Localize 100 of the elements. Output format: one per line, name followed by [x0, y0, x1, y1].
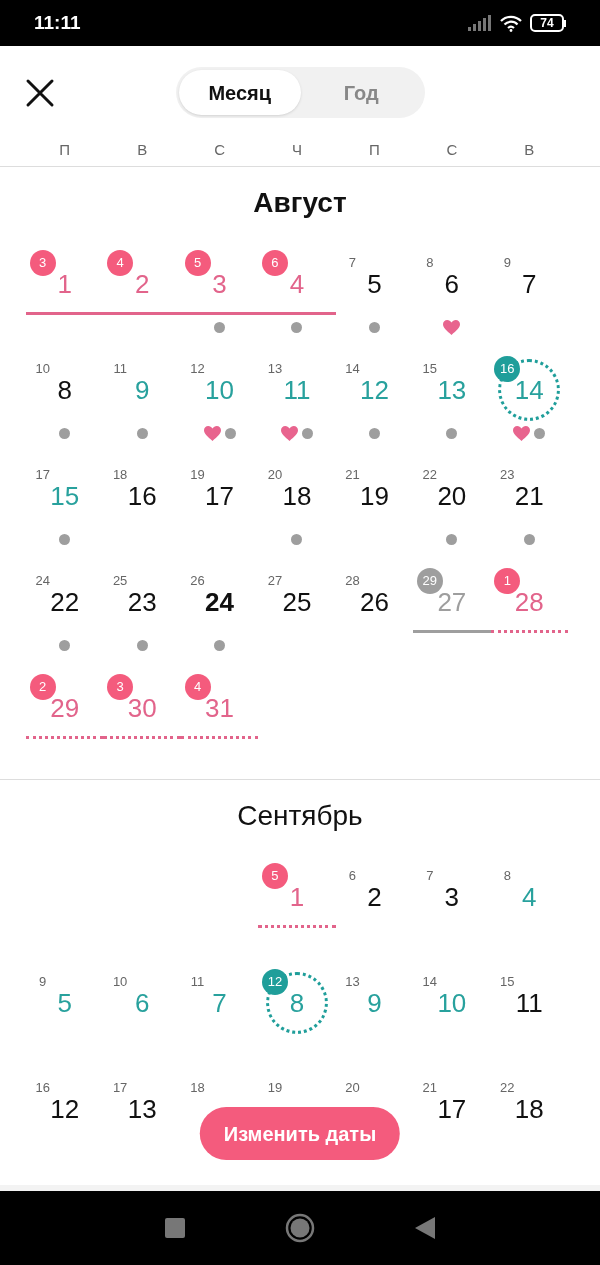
day-number[interactable]: 24 — [205, 587, 234, 617]
day-number[interactable]: 13 — [127, 1094, 157, 1124]
day-number[interactable]: 13 — [437, 375, 467, 405]
cycle-day: 20 — [345, 1080, 360, 1096]
view-tab[interactable]: Год — [300, 70, 422, 115]
clock: 11:11 — [34, 10, 81, 35]
day-number[interactable]: 4 — [289, 269, 305, 299]
change-dates-button[interactable]: Изменить даты — [199, 1107, 401, 1160]
day-number[interactable]: 3 — [212, 269, 227, 299]
cycle-day: 25 — [112, 573, 128, 589]
home-icon[interactable] — [285, 1213, 315, 1243]
cycle-day: 11 — [113, 361, 127, 377]
cycle-day: 7 — [426, 868, 434, 884]
day-number[interactable]: 16 — [127, 481, 157, 511]
day-number[interactable]: 6 — [444, 269, 460, 299]
cycle-day: 6 — [348, 868, 357, 884]
day-number[interactable]: 22 — [50, 587, 80, 617]
day-number[interactable]: 17 — [205, 481, 234, 511]
cycle-day: 14 — [422, 974, 438, 990]
day-number[interactable]: 15 — [50, 481, 80, 511]
day-number[interactable]: 12 — [50, 1094, 80, 1124]
day-number[interactable]: 10 — [205, 375, 234, 405]
day-number[interactable]: 23 — [127, 587, 157, 617]
cycle-day: 21 — [422, 1080, 438, 1096]
weekday-label: В — [136, 140, 149, 160]
cycle-day: 7 — [348, 255, 357, 271]
battery-indicator: 74 — [530, 14, 566, 32]
close-icon — [25, 78, 55, 108]
day-number[interactable]: 9 — [134, 375, 150, 405]
cycle-day: 20 — [267, 467, 283, 483]
cycle-day-badge: 6 — [262, 250, 288, 276]
cycle-day: 23 — [500, 467, 515, 483]
view-tab[interactable]: Месяц — [179, 70, 301, 115]
heart-icon — [513, 425, 531, 441]
day-number[interactable]: 8 — [57, 375, 72, 405]
day-number[interactable]: 7 — [522, 269, 537, 299]
cycle-day: 17 — [112, 1080, 128, 1096]
day-number[interactable]: 11 — [515, 988, 543, 1018]
cycle-day: 15 — [500, 974, 515, 990]
wifi-icon — [500, 14, 522, 32]
heart-icon — [443, 319, 461, 335]
day-number[interactable]: 19 — [359, 481, 389, 511]
month-title: Сентябрь — [237, 799, 363, 833]
signal-icon — [468, 15, 492, 31]
cycle-day: 22 — [422, 467, 438, 483]
cycle-day: 10 — [112, 974, 128, 990]
day-number[interactable]: 4 — [522, 882, 537, 912]
cycle-day: 18 — [190, 1080, 205, 1096]
day-number[interactable]: 25 — [282, 587, 312, 617]
day-number[interactable]: 9 — [367, 988, 382, 1018]
weekday-label: П — [58, 140, 72, 160]
weekday-label: Ч — [291, 140, 303, 160]
cycle-day: 14 — [345, 361, 360, 377]
day-number[interactable]: 8 — [289, 988, 305, 1018]
cycle-day-badge: 29 — [416, 568, 443, 594]
cycle-day-badge: 16 — [494, 356, 521, 382]
day-number[interactable]: 7 — [212, 988, 227, 1018]
cycle-day: 9 — [39, 974, 47, 990]
day-number[interactable]: 5 — [367, 269, 382, 299]
day-number[interactable]: 1 — [57, 269, 72, 299]
day-number[interactable]: 20 — [437, 481, 467, 511]
heart-icon — [281, 425, 298, 441]
cycle-day: 27 — [267, 573, 283, 589]
cycle-day: 9 — [503, 255, 511, 271]
day-number[interactable]: 18 — [514, 1094, 544, 1124]
day-number[interactable]: 2 — [134, 269, 150, 299]
cycle-day: 13 — [267, 361, 283, 377]
day-number[interactable]: 1 — [289, 882, 305, 912]
cycle-day-badge: 5 — [184, 250, 211, 276]
day-number[interactable]: 3 — [444, 882, 460, 912]
cycle-day-badge: 3 — [29, 250, 56, 276]
weekday-label: С — [445, 140, 459, 160]
weekday-label: С — [213, 140, 226, 160]
back-icon[interactable] — [415, 1217, 435, 1239]
day-number[interactable]: 26 — [359, 587, 389, 617]
day-number[interactable]: 18 — [282, 481, 312, 511]
cycle-day: 19 — [190, 467, 205, 483]
cycle-day-badge: 2 — [29, 674, 56, 700]
cycle-day-badge: 1 — [494, 568, 521, 594]
cycle-day: 28 — [345, 573, 360, 589]
day-number[interactable]: 2 — [367, 882, 382, 912]
day-number[interactable]: 6 — [134, 988, 150, 1018]
cycle-day: 11 — [190, 974, 205, 990]
close-button[interactable] — [24, 77, 56, 109]
cycle-day: 10 — [35, 361, 50, 377]
day-number[interactable]: 21 — [514, 481, 544, 511]
day-number[interactable]: 10 — [437, 988, 467, 1018]
cycle-day-badge: 12 — [262, 969, 288, 995]
cycle-day: 24 — [35, 573, 50, 589]
cycle-day: 15 — [422, 361, 438, 377]
day-number[interactable]: 5 — [57, 988, 72, 1018]
day-number[interactable]: 12 — [359, 375, 389, 405]
cycle-day-badge: 4 — [107, 250, 134, 276]
cycle-day: 21 — [345, 467, 360, 483]
cycle-day: 16 — [35, 1080, 50, 1096]
cycle-day: 18 — [112, 467, 128, 483]
day-number[interactable]: 11 — [283, 375, 311, 405]
day-number[interactable]: 17 — [437, 1094, 467, 1124]
cycle-day: 12 — [190, 361, 205, 377]
heart-icon — [203, 425, 221, 441]
